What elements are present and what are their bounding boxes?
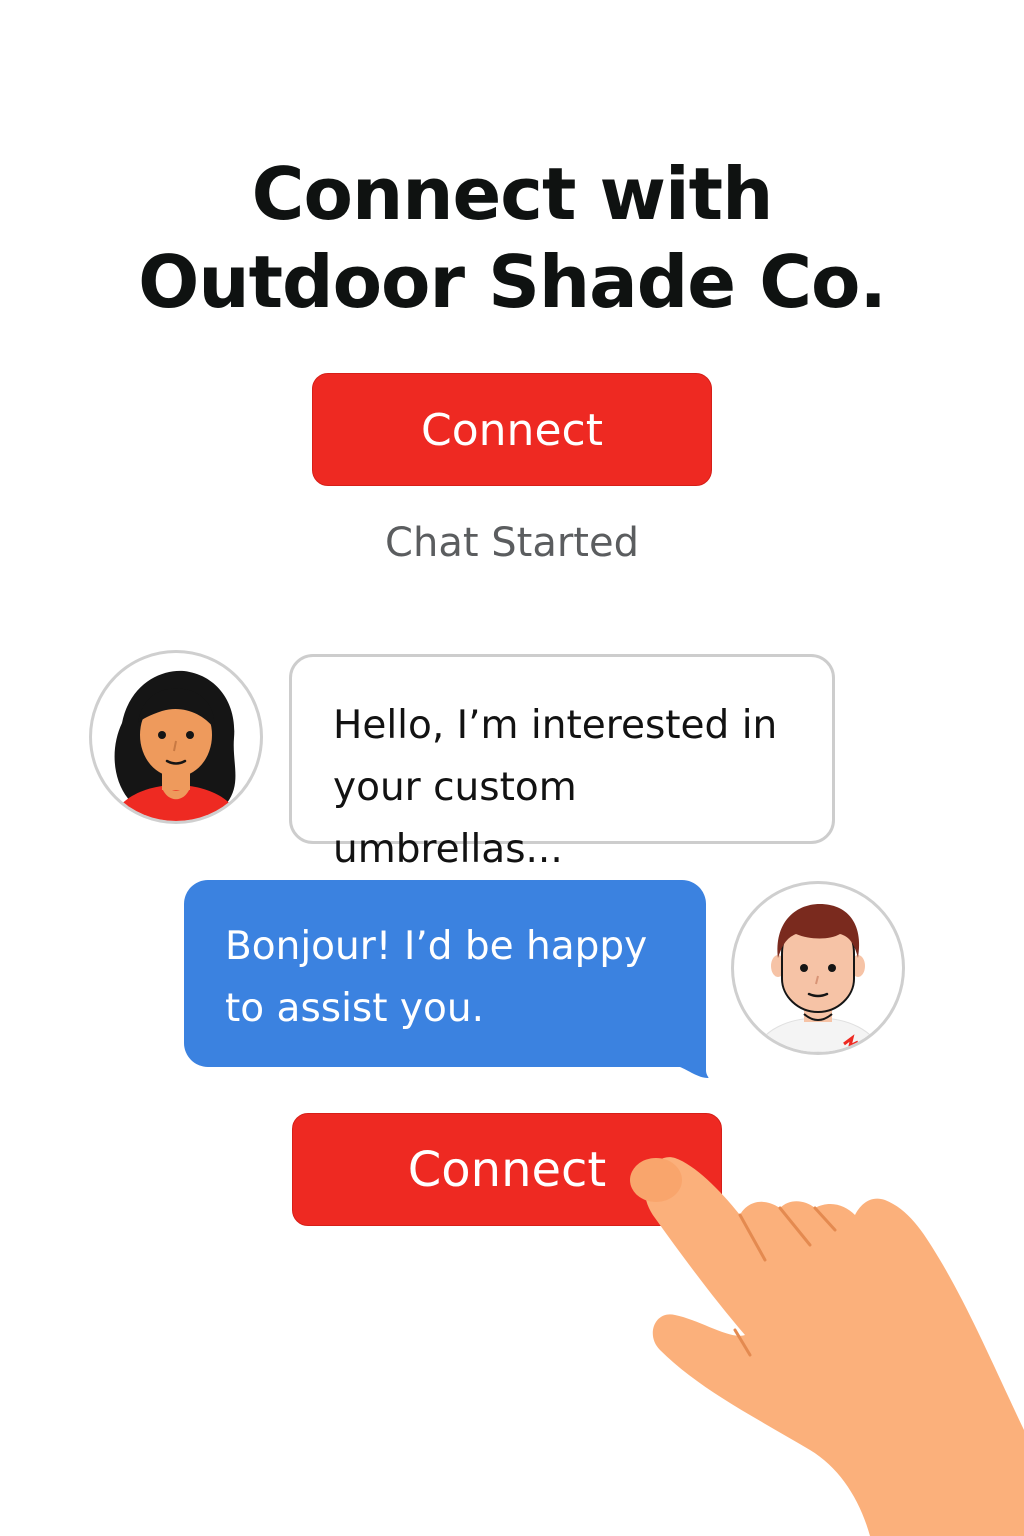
connect-button[interactable]: Connect: [312, 373, 712, 486]
agent-message-bubble: Bonjour! I’d be happy to assist you.: [184, 880, 706, 1067]
agent-message-line-2: to assist you.: [225, 986, 484, 1031]
page-title-line-1: Connect with: [251, 152, 774, 236]
pointing-hand-icon: [630, 1157, 1024, 1536]
page-title-line-2: Outdoor Shade Co.: [138, 240, 887, 324]
customer-message-bubble: Hello, I’m interested in your custom umb…: [289, 654, 835, 872]
customer-avatar: [89, 650, 263, 824]
man-avatar-icon: [755, 904, 881, 1052]
customer-message-line-1: Hello, I’m interested in: [333, 703, 778, 748]
chat-status-text: Chat Started: [385, 520, 639, 566]
agent-avatar: [731, 881, 905, 1055]
bubble-tail: [680, 1040, 709, 1078]
customer-message-line-2: your custom umbrellas...: [333, 765, 577, 872]
page-title: Connect with Outdoor Shade Co.: [0, 150, 1024, 326]
agent-message-line-1: Bonjour! I’d be happy: [225, 924, 648, 969]
woman-avatar-icon: [112, 670, 240, 821]
